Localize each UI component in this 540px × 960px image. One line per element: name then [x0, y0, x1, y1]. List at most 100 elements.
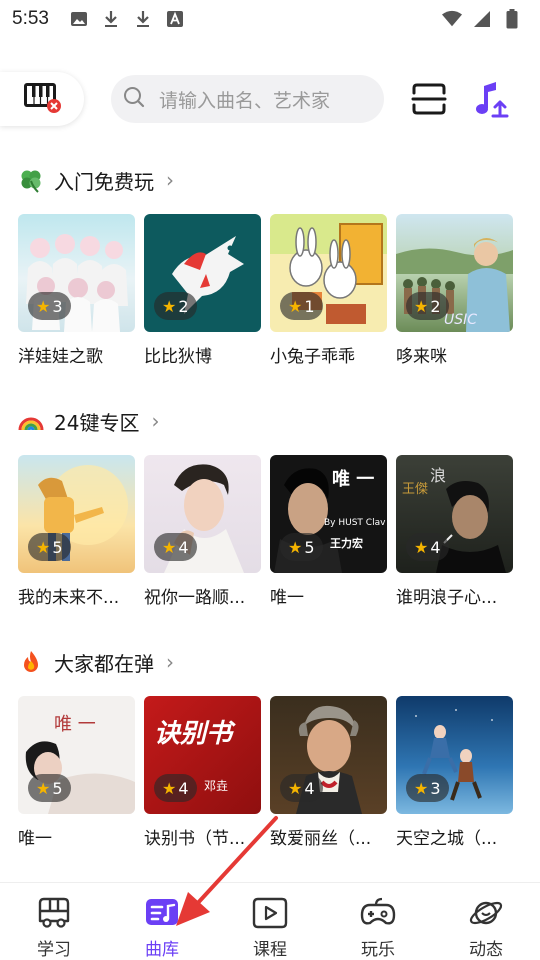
- song-list: 唯 一 ★ 5 唯一 诀别书 邓垚 ★ 4 诀别书（节... ★ 4 致爱丽丝（…: [18, 696, 513, 849]
- rating-badge: ★ 4: [154, 774, 197, 802]
- song-cover: ★ 2: [144, 214, 261, 332]
- status-notification-icons: [69, 9, 185, 29]
- song-card[interactable]: 唯 一 ★ 5 唯一: [18, 696, 135, 849]
- cover-title-text: 唯 一: [54, 714, 96, 735]
- star-icon: ★: [288, 537, 303, 557]
- song-title: 天空之城（...: [396, 829, 498, 849]
- rating-value: 3: [430, 778, 441, 798]
- song-title: 我的未来不...: [18, 588, 120, 608]
- song-cover: ★ 3: [396, 696, 513, 814]
- section-title: 24键专区: [54, 410, 140, 435]
- song-title: 哆来咪: [396, 347, 447, 367]
- nav-label: 动态: [469, 940, 503, 960]
- song-card[interactable]: ★ 1 小兔子乖乖: [270, 214, 387, 367]
- star-icon: ★: [162, 778, 177, 798]
- cover-title-text: 浪: [430, 466, 446, 485]
- cover-caption: USIC: [444, 312, 477, 328]
- song-title: 小兔子乖乖: [270, 347, 355, 367]
- bottom-nav: 学习 曲库 课程 玩乐 动态: [0, 882, 540, 960]
- download-icon: [133, 9, 153, 29]
- rating-value: 4: [178, 537, 189, 557]
- scan-icon: [411, 83, 447, 120]
- download-icon: [101, 9, 121, 29]
- song-title: 唯一: [270, 588, 304, 608]
- nav-item-course[interactable]: 课程: [216, 883, 324, 960]
- scan-button[interactable]: [411, 82, 447, 116]
- rating-badge: ★ 5: [28, 774, 71, 802]
- rating-value: 1: [304, 296, 315, 316]
- bus-icon: [36, 897, 72, 929]
- chevron-right-icon: ›: [166, 168, 174, 192]
- gamepad-icon: [360, 897, 396, 929]
- section-title: 入门免费玩: [54, 169, 154, 194]
- star-icon: ★: [288, 296, 303, 316]
- rating-badge: ★ 5: [280, 533, 323, 561]
- nav-item-play[interactable]: 玩乐: [324, 883, 432, 960]
- clover-icon: [18, 167, 44, 193]
- rating-value: 5: [52, 537, 63, 557]
- rating-value: 5: [304, 537, 315, 557]
- rating-value: 4: [304, 778, 315, 798]
- cover-subtitle-text: By HUST Clav: [324, 518, 386, 528]
- rainbow-icon: [18, 408, 44, 434]
- section-header[interactable]: 24键专区 ›: [18, 405, 159, 437]
- song-card[interactable]: USIC ★ 2 哆来咪: [396, 214, 513, 367]
- rating-value: 2: [178, 296, 189, 316]
- song-title: 洋娃娃之歌: [18, 347, 103, 367]
- song-cover: ★ 3: [18, 214, 135, 332]
- nav-item-learn[interactable]: 学习: [0, 883, 108, 960]
- rating-value: 5: [52, 778, 63, 798]
- search-input[interactable]: 请输入曲名、艺术家: [111, 75, 384, 123]
- a-icon: [165, 9, 185, 29]
- star-icon: ★: [414, 537, 429, 557]
- section-header[interactable]: 入门免费玩 ›: [18, 164, 174, 196]
- song-cover: 诀别书 邓垚 ★ 4: [144, 696, 261, 814]
- cover-artist-text: 王力宏: [330, 536, 363, 550]
- image-icon: [69, 9, 89, 29]
- status-time: 5:53: [12, 8, 49, 29]
- piano-connect-button[interactable]: [0, 72, 84, 126]
- rating-badge: ★ 4: [406, 533, 449, 561]
- rating-badge: ★ 2: [406, 292, 449, 320]
- star-icon: ★: [162, 296, 177, 316]
- piano-icon: [22, 79, 62, 119]
- rating-value: 3: [52, 296, 63, 316]
- song-title: 致爱丽丝（...: [270, 829, 372, 849]
- status-system-icons: [442, 9, 522, 29]
- song-card[interactable]: ★ 5 我的未来不...: [18, 455, 135, 608]
- song-cover: ★ 4: [144, 455, 261, 573]
- rating-value: 4: [430, 537, 441, 557]
- fire-icon: [18, 649, 44, 675]
- song-card[interactable]: ★ 4 祝你一路顺...: [144, 455, 261, 608]
- star-icon: ★: [414, 778, 429, 798]
- video-icon: [252, 897, 288, 929]
- chevron-right-icon: ›: [166, 650, 174, 674]
- star-icon: ★: [36, 296, 51, 316]
- cover-artist-text: 王傑: [402, 482, 428, 497]
- wifi-icon: [442, 9, 462, 29]
- star-icon: ★: [288, 778, 303, 798]
- song-card[interactable]: ★ 3 洋娃娃之歌: [18, 214, 135, 367]
- cover-artist-text: 邓垚: [204, 779, 228, 793]
- upload-music-button[interactable]: [470, 78, 512, 120]
- chevron-right-icon: ›: [151, 409, 160, 433]
- song-card[interactable]: ★ 3 天空之城（...: [396, 696, 513, 849]
- cover-title-text: 唯 一: [332, 468, 374, 490]
- nav-item-library[interactable]: 曲库: [108, 883, 216, 960]
- song-card[interactable]: 诀别书 邓垚 ★ 4 诀别书（节...: [144, 696, 261, 849]
- rating-badge: ★ 1: [280, 292, 323, 320]
- song-card[interactable]: 唯 一 By HUST Clav 王力宏 ★ 5 唯一: [270, 455, 387, 608]
- nav-item-feed[interactable]: 动态: [432, 883, 540, 960]
- song-cover: 王傑 浪 ★ 4: [396, 455, 513, 573]
- rating-badge: ★ 3: [28, 292, 71, 320]
- star-icon: ★: [162, 537, 177, 557]
- section-header[interactable]: 大家都在弹 ›: [18, 646, 174, 678]
- song-card[interactable]: ★ 2 比比狄博: [144, 214, 261, 367]
- song-cover: ★ 1: [270, 214, 387, 332]
- search-icon: [123, 86, 145, 112]
- song-card[interactable]: 王傑 浪 ★ 4 谁明浪子心...: [396, 455, 513, 608]
- cover-title-text: 诀别书: [154, 719, 236, 749]
- song-title: 比比狄博: [144, 347, 212, 367]
- song-card[interactable]: ★ 4 致爱丽丝（...: [270, 696, 387, 849]
- rating-badge: ★ 2: [154, 292, 197, 320]
